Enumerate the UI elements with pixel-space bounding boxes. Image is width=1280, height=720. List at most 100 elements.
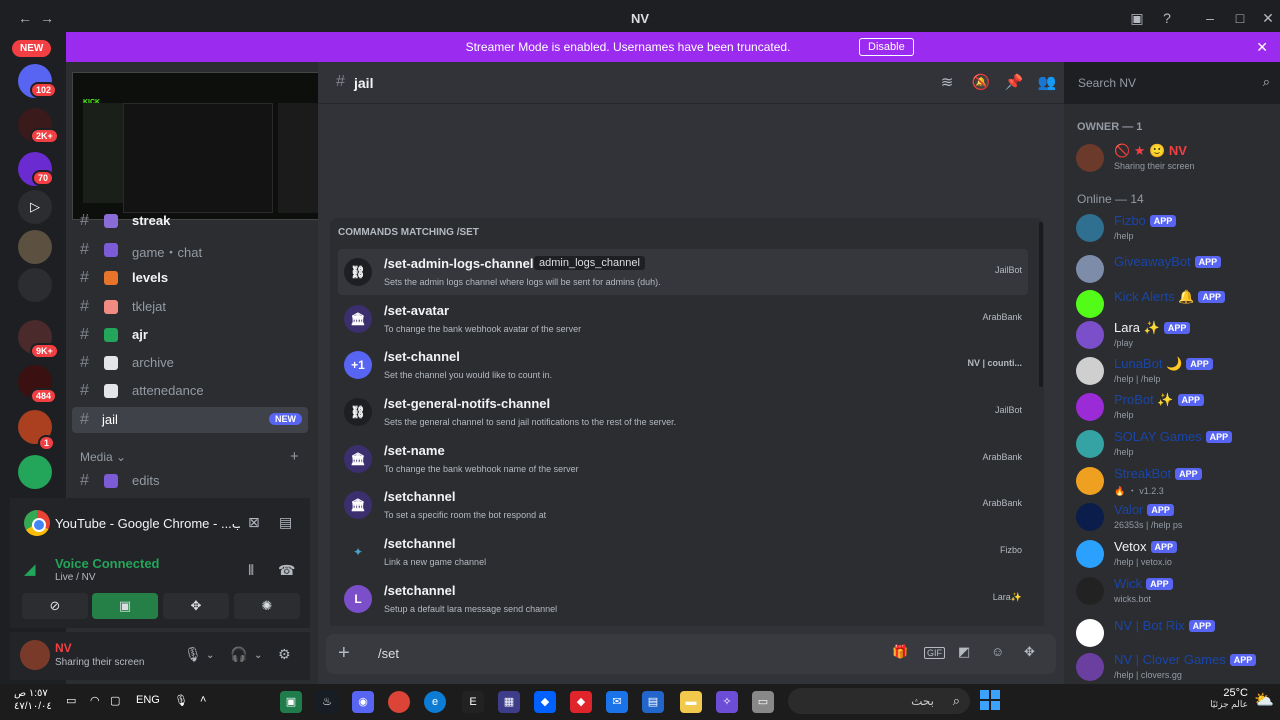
search-input[interactable]: Search NV ⌕ <box>1070 70 1278 96</box>
stream-preview[interactable]: KICK <box>72 72 338 220</box>
channel-item-jail[interactable]: # jail NEW <box>72 407 308 433</box>
sticker-icon[interactable]: ◩ <box>958 644 970 660</box>
category-media[interactable]: Media ⌄ <box>80 450 126 464</box>
copilot-icon[interactable]: ✧ <box>716 691 738 713</box>
member-item[interactable]: Kick Alerts 🔔 APP <box>1076 288 1276 322</box>
app-icon[interactable]: ▣ <box>280 691 302 713</box>
weather-widget[interactable]: 25°C عالم جزئيًا <box>1210 687 1248 710</box>
apps-icon[interactable]: ✥ <box>1024 644 1035 660</box>
server-icon[interactable] <box>18 268 52 302</box>
battery-icon[interactable]: ▭ <box>66 694 76 707</box>
maximize-icon[interactable]: □ <box>1230 8 1250 28</box>
windows-start-icon[interactable] <box>980 690 1000 710</box>
add-channel-icon[interactable]: + <box>290 448 299 465</box>
command-item[interactable]: 🏛 /set-avatar To change the bank webhook… <box>338 296 1028 342</box>
channel-item-ajr[interactable]: # ajr <box>72 322 308 348</box>
file-explorer-icon[interactable]: ▬ <box>680 691 702 713</box>
edge-icon[interactable]: e <box>424 691 446 713</box>
display-icon[interactable]: ▢ <box>110 694 120 707</box>
discord-icon[interactable]: ◉ <box>352 691 374 713</box>
gift-icon[interactable]: 🎁 <box>892 644 908 660</box>
channel-item-archive[interactable]: # archive <box>72 350 308 376</box>
gif-icon[interactable]: GIF <box>924 647 945 659</box>
member-item[interactable]: GiveawayBot APP <box>1076 253 1276 287</box>
member-item[interactable]: Lara ✨ APP/play <box>1076 319 1276 353</box>
channel-item-levels[interactable]: # levels <box>72 265 308 291</box>
member-item[interactable]: NV | Bot Rix APP <box>1076 617 1276 651</box>
channel-item-game-chat[interactable]: # game・chat <box>72 237 308 263</box>
app-icon[interactable]: ▭ <box>752 691 774 713</box>
new-badge[interactable]: NEW <box>12 40 52 57</box>
members-icon[interactable]: 👥 <box>1036 72 1058 94</box>
dropbox-icon[interactable]: ◆ <box>534 691 556 713</box>
voice-status[interactable]: Voice Connected <box>55 556 160 571</box>
member-item[interactable]: SOLAY Games APP/help <box>1076 428 1276 462</box>
member-item[interactable]: ProBot ✨ APP/help <box>1076 391 1276 425</box>
member-item[interactable]: NV | Clover Games APP/help | clovers.gg <box>1076 651 1276 685</box>
camera-off-button[interactable]: ⊘ <box>22 593 88 619</box>
member-item[interactable]: Vetox APP/help | vetox.io <box>1076 538 1276 572</box>
server-icon[interactable] <box>18 230 52 264</box>
command-item[interactable]: ⛓ /set-general-notifs-channel Sets the g… <box>338 389 1028 435</box>
chrome-taskbar-icon[interactable] <box>388 691 410 713</box>
clock[interactable]: ١:٥٧ ص ٤٧/١٠/٠٤ <box>14 687 52 713</box>
command-item[interactable]: 🏛 /set-name To change the bank webhook n… <box>338 436 1028 482</box>
disable-streamer-mode-button[interactable]: Disable <box>859 38 914 56</box>
member-item-owner[interactable]: 🚫 ★ 🙂 NV Sharing their screen <box>1076 142 1276 176</box>
command-item[interactable]: ⛓ /set-admin-logs-channel admin_logs_cha… <box>338 249 1028 295</box>
member-item[interactable]: Fizbo APP/help <box>1076 212 1276 246</box>
screenshare-button[interactable]: ▣ <box>92 593 158 619</box>
noise-suppression-icon[interactable]: ⦀ <box>248 562 254 579</box>
chevron-up-icon[interactable]: ˄ <box>200 694 206 706</box>
help-icon[interactable]: ? <box>1157 8 1177 28</box>
command-item[interactable]: L /setchannel Setup a default lara messa… <box>338 576 1028 622</box>
command-item[interactable]: +1 /set-channel Set the channel you woul… <box>338 342 1028 388</box>
channel-item-edits[interactable]: # edits <box>72 468 308 494</box>
server-icon[interactable] <box>18 455 52 489</box>
chevron-down-icon[interactable]: ⌄ <box>206 650 214 661</box>
gear-icon[interactable]: ⚙ <box>278 646 291 663</box>
inbox-icon[interactable]: ▣ <box>1127 8 1147 28</box>
member-item[interactable]: StreakBot APP 🔥 ・ v1.2.3 <box>1076 465 1276 499</box>
language-indicator[interactable]: ENG <box>136 694 160 706</box>
member-item[interactable]: Valor APP 26353s | /help ps <box>1076 501 1276 535</box>
threads-icon[interactable]: ≋ <box>936 72 958 94</box>
emoji-icon[interactable]: ☺ <box>991 644 1004 659</box>
user-name[interactable]: NV <box>55 641 72 655</box>
channel-item-tklejat[interactable]: # tklejat <box>72 294 308 320</box>
store-icon[interactable]: ▤ <box>642 691 664 713</box>
soundboard-button[interactable]: ✺ <box>234 593 300 619</box>
member-item[interactable]: LunaBot 🌙 APP/help | /help <box>1076 355 1276 389</box>
headphones-icon[interactable]: 🎧 <box>230 646 247 663</box>
voice-location[interactable]: Live / NV <box>55 572 96 583</box>
message-input-text[interactable]: /set <box>378 646 399 661</box>
channel-item-streak[interactable]: # streak <box>72 208 308 234</box>
taskbar-search[interactable]: بحث ⌕ <box>788 688 970 714</box>
scrollbar[interactable] <box>1039 222 1043 387</box>
chevron-down-icon[interactable]: ⌄ <box>254 650 262 661</box>
microphone-icon[interactable]: 🎙 <box>174 694 188 707</box>
close-window-icon[interactable]: ✕ <box>1258 8 1278 28</box>
server-icon[interactable]: ▷ <box>18 190 52 224</box>
member-item[interactable]: Wick APP wicks.bot <box>1076 575 1276 609</box>
app-icon[interactable]: ◆ <box>570 691 592 713</box>
popout-icon[interactable]: ▤ <box>279 514 292 531</box>
command-item[interactable]: ✦ /setchannel Link a new game channel Fi… <box>338 529 1028 575</box>
disconnect-icon[interactable]: ☎ <box>278 562 295 579</box>
activities-button[interactable]: ✥ <box>163 593 229 619</box>
message-input[interactable]: + /set 🎁 GIF ◩ ☺ ✥ <box>326 634 1056 674</box>
avatar[interactable] <box>20 640 50 670</box>
stop-stream-icon[interactable]: ⊠ <box>248 514 260 531</box>
minimize-icon[interactable]: – <box>1200 8 1220 28</box>
close-banner-icon[interactable]: ✕ <box>1256 39 1268 56</box>
microphone-icon[interactable]: 🎙 <box>184 646 202 663</box>
steam-icon[interactable]: ♨ <box>316 691 338 713</box>
attach-plus-icon[interactable]: + <box>338 642 350 665</box>
mute-bell-icon[interactable]: 🔕 <box>970 72 992 94</box>
outlook-icon[interactable]: ✉ <box>606 691 628 713</box>
app-icon[interactable]: ▦ <box>498 691 520 713</box>
command-item[interactable]: 🏛 /setchannel To set a specific room the… <box>338 482 1028 528</box>
wifi-icon[interactable]: ◠ <box>90 694 100 707</box>
channel-item-attenedance[interactable]: # attenedance <box>72 378 308 404</box>
pin-icon[interactable]: 📌 <box>1003 72 1025 94</box>
